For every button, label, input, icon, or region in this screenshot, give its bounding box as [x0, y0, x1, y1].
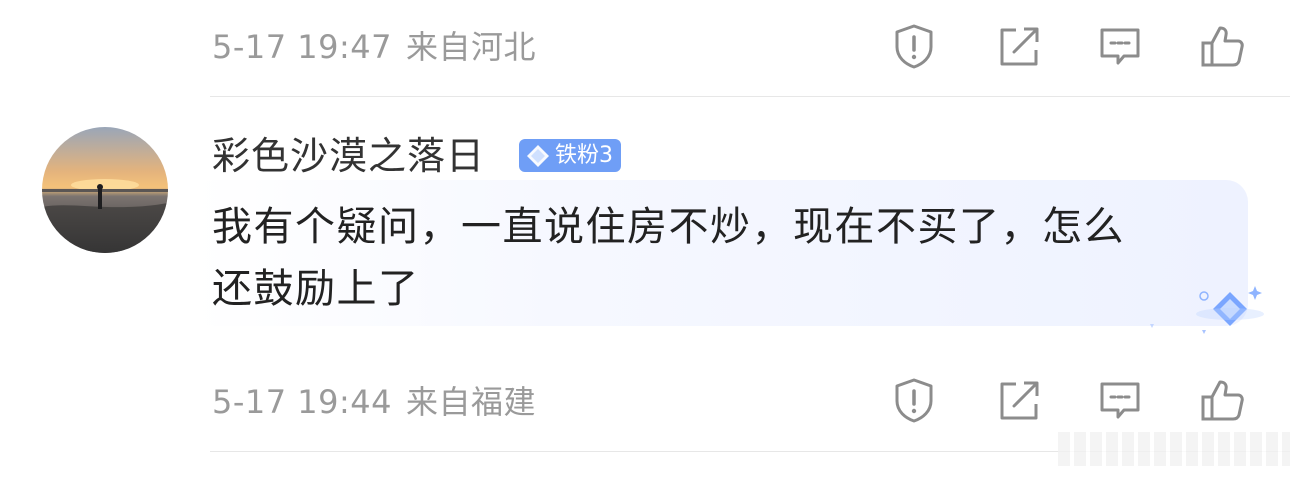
comment-time: 5-17 19:47 — [212, 28, 393, 66]
comment-button[interactable] — [1094, 20, 1146, 72]
avatar[interactable] — [42, 127, 168, 253]
sunset-avatar-image — [42, 127, 168, 253]
comment-location: 来自河北 — [406, 28, 537, 66]
bubble-decoration — [1140, 282, 1270, 344]
share-button[interactable] — [992, 20, 1044, 72]
comment-content: 我有个疑问，一直说住房不炒，现在不买了，怎么 还鼓励上了 — [212, 196, 1242, 320]
fan-badge[interactable]: 铁粉3 — [519, 139, 621, 172]
comment-text-line: 还鼓励上了 — [212, 266, 420, 312]
diamond-sparkle-icon — [1150, 286, 1264, 334]
comment-meta: 5-17 19:44 来自福建 — [212, 382, 536, 422]
comment-text-line: 我有个疑问，一直说住房不炒，现在不买了，怎么 — [212, 204, 1125, 250]
share-button[interactable] — [992, 374, 1044, 426]
report-icon — [895, 378, 933, 423]
report-button[interactable] — [888, 374, 940, 426]
diamond-icon — [527, 144, 549, 167]
comment-icon — [1100, 28, 1140, 65]
comment-location: 来自福建 — [406, 383, 537, 421]
like-icon — [1201, 380, 1244, 421]
watermark — [1058, 432, 1290, 466]
comment-actions — [888, 20, 1248, 76]
report-button[interactable] — [888, 20, 940, 72]
comment-icon — [1100, 382, 1140, 419]
like-icon — [1201, 26, 1244, 67]
like-button[interactable] — [1196, 374, 1248, 426]
share-icon — [1000, 381, 1039, 420]
divider — [210, 96, 1290, 97]
comment-button[interactable] — [1094, 374, 1146, 426]
share-icon — [1000, 27, 1039, 66]
badge-label: 铁粉3 — [555, 143, 613, 168]
comment-meta: 5-17 19:47 来自河北 — [212, 27, 536, 67]
username[interactable]: 彩色沙漠之落日 — [212, 132, 485, 180]
comment-actions — [888, 374, 1248, 430]
comment-time: 5-17 19:44 — [212, 383, 393, 421]
like-button[interactable] — [1196, 20, 1248, 72]
report-icon — [895, 24, 933, 69]
